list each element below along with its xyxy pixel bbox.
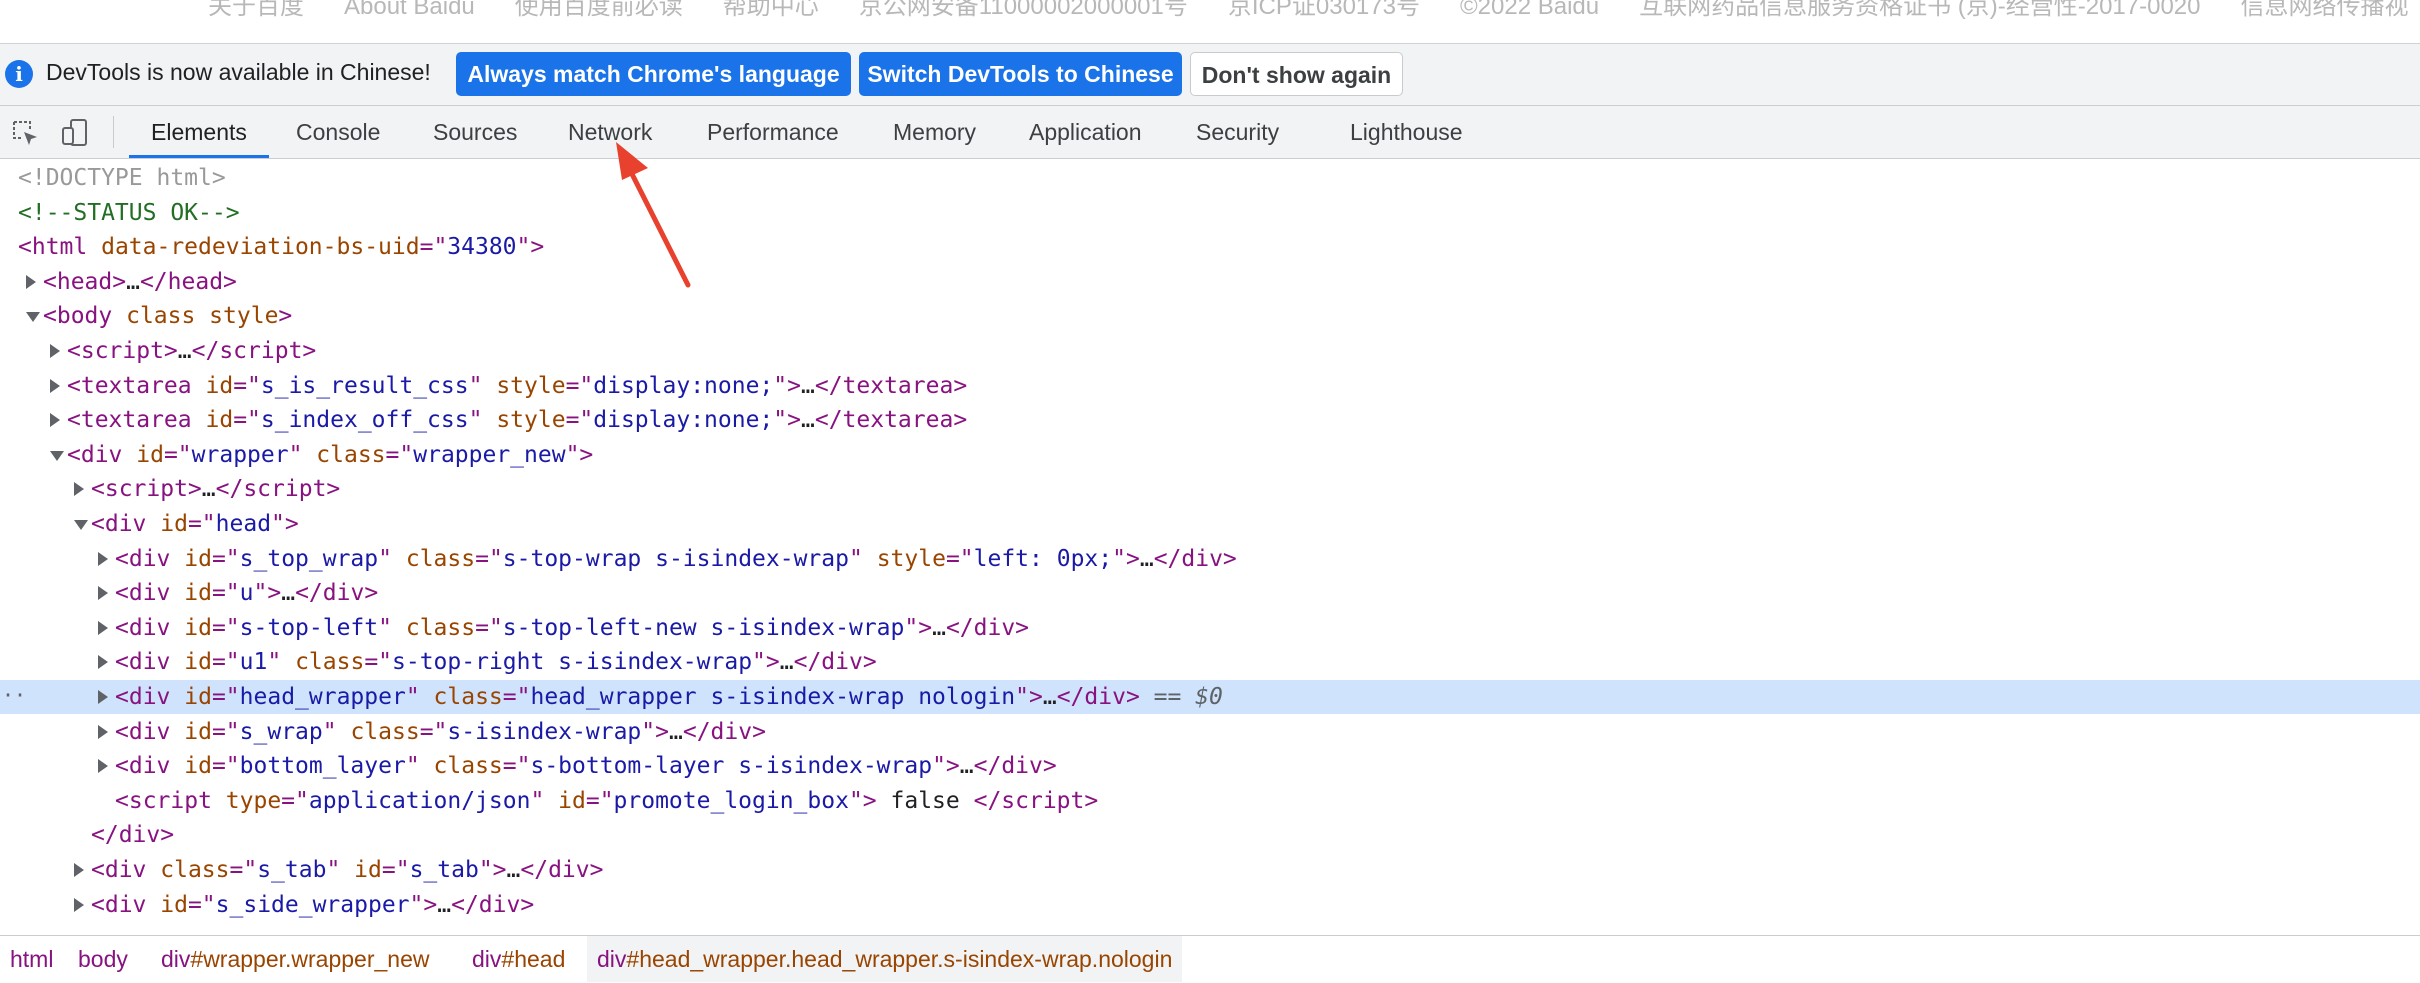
tab-application[interactable]: Application bbox=[1029, 106, 1142, 158]
expand-caret-icon[interactable] bbox=[98, 724, 108, 739]
expand-caret-icon[interactable] bbox=[98, 690, 108, 704]
footer-link[interactable]: 关于百度 bbox=[208, 0, 304, 20]
page-footer-links: 关于百度 About Baidu 使用百度前必读 帮助中心 京公网安备110000020… bbox=[0, 0, 2420, 44]
dom-node-markup: <div id="s_top_wrap" class="s-top-wrap s… bbox=[115, 545, 1237, 572]
tab-security[interactable]: Security bbox=[1196, 106, 1279, 158]
dom-node-markup: <div id="u">…</div> bbox=[115, 580, 379, 607]
switch-to-chinese-button[interactable]: Switch DevTools to Chinese bbox=[859, 52, 1182, 96]
footer-link[interactable]: ©2022 Baidu bbox=[1460, 0, 1599, 20]
dom-node-markup: <div id="s-top-left" class="s-top-left-n… bbox=[115, 614, 1030, 641]
dom-node-markup: <html data-redeviation-bs-uid="34380"> bbox=[18, 234, 545, 261]
expand-caret-icon[interactable] bbox=[26, 274, 36, 289]
dom-node[interactable]: <script>…</script> bbox=[0, 472, 2420, 506]
dom-node[interactable]: <div id="head"> bbox=[0, 507, 2420, 541]
tab-memory[interactable]: Memory bbox=[893, 106, 976, 158]
dom-node[interactable]: <div id="s_wrap" class="s-isindex-wrap">… bbox=[0, 715, 2420, 749]
dom-node[interactable]: <div id="u1" class="s-top-right s-isinde… bbox=[0, 645, 2420, 679]
dom-node-markup: <div id="s_wrap" class="s-isindex-wrap">… bbox=[115, 718, 766, 745]
breadcrumb-item[interactable]: body bbox=[68, 936, 138, 982]
expand-caret-icon[interactable] bbox=[98, 586, 108, 601]
expand-caret-icon[interactable] bbox=[98, 655, 108, 670]
tab-elements[interactable]: Elements bbox=[129, 106, 269, 158]
dom-node-markup: <body class style> bbox=[43, 303, 293, 330]
footer-link-list: 关于百度 About Baidu 使用百度前必读 帮助中心 京公网安备110000020… bbox=[208, 0, 2420, 21]
tab-sources[interactable]: Sources bbox=[433, 106, 517, 158]
expand-caret-icon[interactable] bbox=[98, 620, 108, 635]
dom-node-markup: <script type="application/json" id="prom… bbox=[115, 787, 1099, 814]
dont-show-again-button[interactable]: Don't show again bbox=[1190, 52, 1403, 96]
footer-link[interactable]: 京ICP证030173号 bbox=[1228, 0, 1420, 20]
always-match-language-button[interactable]: Always match Chrome's language bbox=[456, 52, 851, 96]
devtools-tab-bar: Elements Console Sources Network Performance… bbox=[0, 106, 2420, 159]
dom-node[interactable]: <!DOCTYPE html> bbox=[0, 161, 2420, 195]
dom-node[interactable]: <!--STATUS OK--> bbox=[0, 196, 2420, 230]
dom-node[interactable]: <html data-redeviation-bs-uid="34380"> bbox=[0, 230, 2420, 264]
breadcrumb-item[interactable]: html bbox=[0, 936, 63, 982]
dom-node[interactable]: <textarea id="s_is_result_css" style="di… bbox=[0, 369, 2420, 403]
dom-node[interactable]: <div id="u">…</div> bbox=[0, 576, 2420, 610]
expand-caret-icon[interactable] bbox=[74, 897, 84, 912]
dom-node-selected[interactable]: <div id="head_wrapper" class="head_wrapp… bbox=[0, 680, 2420, 714]
collapse-caret-icon[interactable] bbox=[50, 450, 64, 461]
node-actions-icon[interactable]: ·· bbox=[2, 678, 26, 712]
dom-node[interactable]: <div id="s_side_wrapper">…</div> bbox=[0, 888, 2420, 922]
dom-node[interactable]: <body class style> bbox=[0, 299, 2420, 333]
dom-node-markup: <textarea id="s_is_result_css" style="di… bbox=[67, 372, 968, 399]
dom-node-markup: <script>…</script> bbox=[91, 476, 341, 503]
expand-caret-icon[interactable] bbox=[98, 551, 108, 566]
dom-node-markup: <!--STATUS OK--> bbox=[18, 199, 240, 226]
dom-node[interactable]: <head>…</head> bbox=[0, 265, 2420, 299]
tab-console[interactable]: Console bbox=[296, 106, 380, 158]
dom-node[interactable]: <div class="s_tab" id="s_tab">…</div> bbox=[0, 853, 2420, 887]
dom-node-markup: <div class="s_tab" id="s_tab">…</div> bbox=[91, 857, 604, 883]
expand-caret-icon[interactable] bbox=[50, 378, 60, 393]
breadcrumb: html body div#wrapper.wrapper_new div#head d… bbox=[0, 935, 2420, 983]
dom-node-markup: <div id="head"> bbox=[91, 511, 299, 537]
tab-lighthouse[interactable]: Lighthouse bbox=[1350, 106, 1463, 158]
expand-caret-icon[interactable] bbox=[74, 863, 84, 877]
breadcrumb-item[interactable]: div#head bbox=[462, 936, 575, 982]
footer-link[interactable]: 信息网络传播视 bbox=[2241, 0, 2409, 20]
dom-node[interactable]: <div id="s-top-left" class="s-top-left-n… bbox=[0, 611, 2420, 645]
info-icon: i bbox=[5, 60, 33, 88]
dom-node-markup: <div id="head_wrapper" class="head_wrapp… bbox=[115, 684, 1223, 710]
dom-node[interactable]: <div id="bottom_layer" class="s-bottom-l… bbox=[0, 749, 2420, 783]
elements-dom-tree[interactable]: <!DOCTYPE html> <!--STATUS OK--> <html dat… bbox=[0, 159, 2420, 934]
dom-node-markup: <div id="s_side_wrapper">…</div> bbox=[91, 891, 535, 918]
dom-node-markup: <script>…</script> bbox=[67, 338, 317, 364]
device-toolbar-icon[interactable] bbox=[60, 118, 90, 148]
footer-link[interactable]: 京公网安备11000002000001号 bbox=[859, 0, 1188, 20]
breadcrumb-item[interactable]: div#wrapper.wrapper_new bbox=[151, 936, 440, 982]
dom-node[interactable]: <div id="s_top_wrap" class="s-top-wrap s… bbox=[0, 542, 2420, 576]
infobar-message: DevTools is now available in Chinese! bbox=[46, 59, 431, 85]
dom-node-markup: <div id="bottom_layer" class="s-bottom-l… bbox=[115, 753, 1057, 780]
dom-node[interactable]: </div> bbox=[0, 818, 2420, 852]
tab-performance[interactable]: Performance bbox=[707, 106, 839, 158]
breadcrumb-item[interactable]: div#head_wrapper.head_wrapper.s-isindex-… bbox=[587, 936, 1183, 982]
dom-node-markup: <textarea id="s_index_off_css" style="di… bbox=[67, 407, 968, 434]
dom-node-markup: <div id="wrapper" class="wrapper_new"> bbox=[67, 441, 594, 468]
dom-node-markup: <head>…</head> bbox=[43, 268, 237, 295]
dom-node-markup: <!DOCTYPE html> bbox=[18, 165, 226, 191]
inspect-element-icon[interactable] bbox=[10, 118, 40, 148]
dom-node[interactable]: <script>…</script> bbox=[0, 334, 2420, 368]
expand-caret-icon[interactable] bbox=[98, 759, 108, 774]
toolbar-divider bbox=[113, 116, 114, 148]
footer-link[interactable]: 使用百度前必读 bbox=[515, 0, 683, 20]
expand-caret-icon[interactable] bbox=[50, 413, 60, 428]
devtools-language-infobar: i DevTools is now available in Chinese! … bbox=[0, 44, 2420, 106]
collapse-caret-icon[interactable] bbox=[74, 520, 88, 530]
collapse-caret-icon[interactable] bbox=[26, 312, 40, 323]
dom-node-markup: <div id="u1" class="s-top-right s-isinde… bbox=[115, 649, 877, 676]
expand-caret-icon[interactable] bbox=[74, 482, 84, 497]
footer-link[interactable]: About Baidu bbox=[344, 0, 475, 20]
dom-node-markup: </div> bbox=[91, 822, 175, 849]
footer-link[interactable]: 互联网药品信息服务资格证书 (京)-经营性-2017-0020 bbox=[1639, 0, 2200, 20]
annotation-arrow-icon bbox=[616, 142, 691, 288]
dom-node[interactable]: <textarea id="s_index_off_css" style="di… bbox=[0, 403, 2420, 437]
dom-node[interactable]: <script type="application/json" id="prom… bbox=[0, 784, 2420, 818]
footer-link[interactable]: 帮助中心 bbox=[723, 0, 819, 20]
expand-caret-icon[interactable] bbox=[50, 344, 60, 358]
dom-node[interactable]: <div id="wrapper" class="wrapper_new"> bbox=[0, 438, 2420, 472]
